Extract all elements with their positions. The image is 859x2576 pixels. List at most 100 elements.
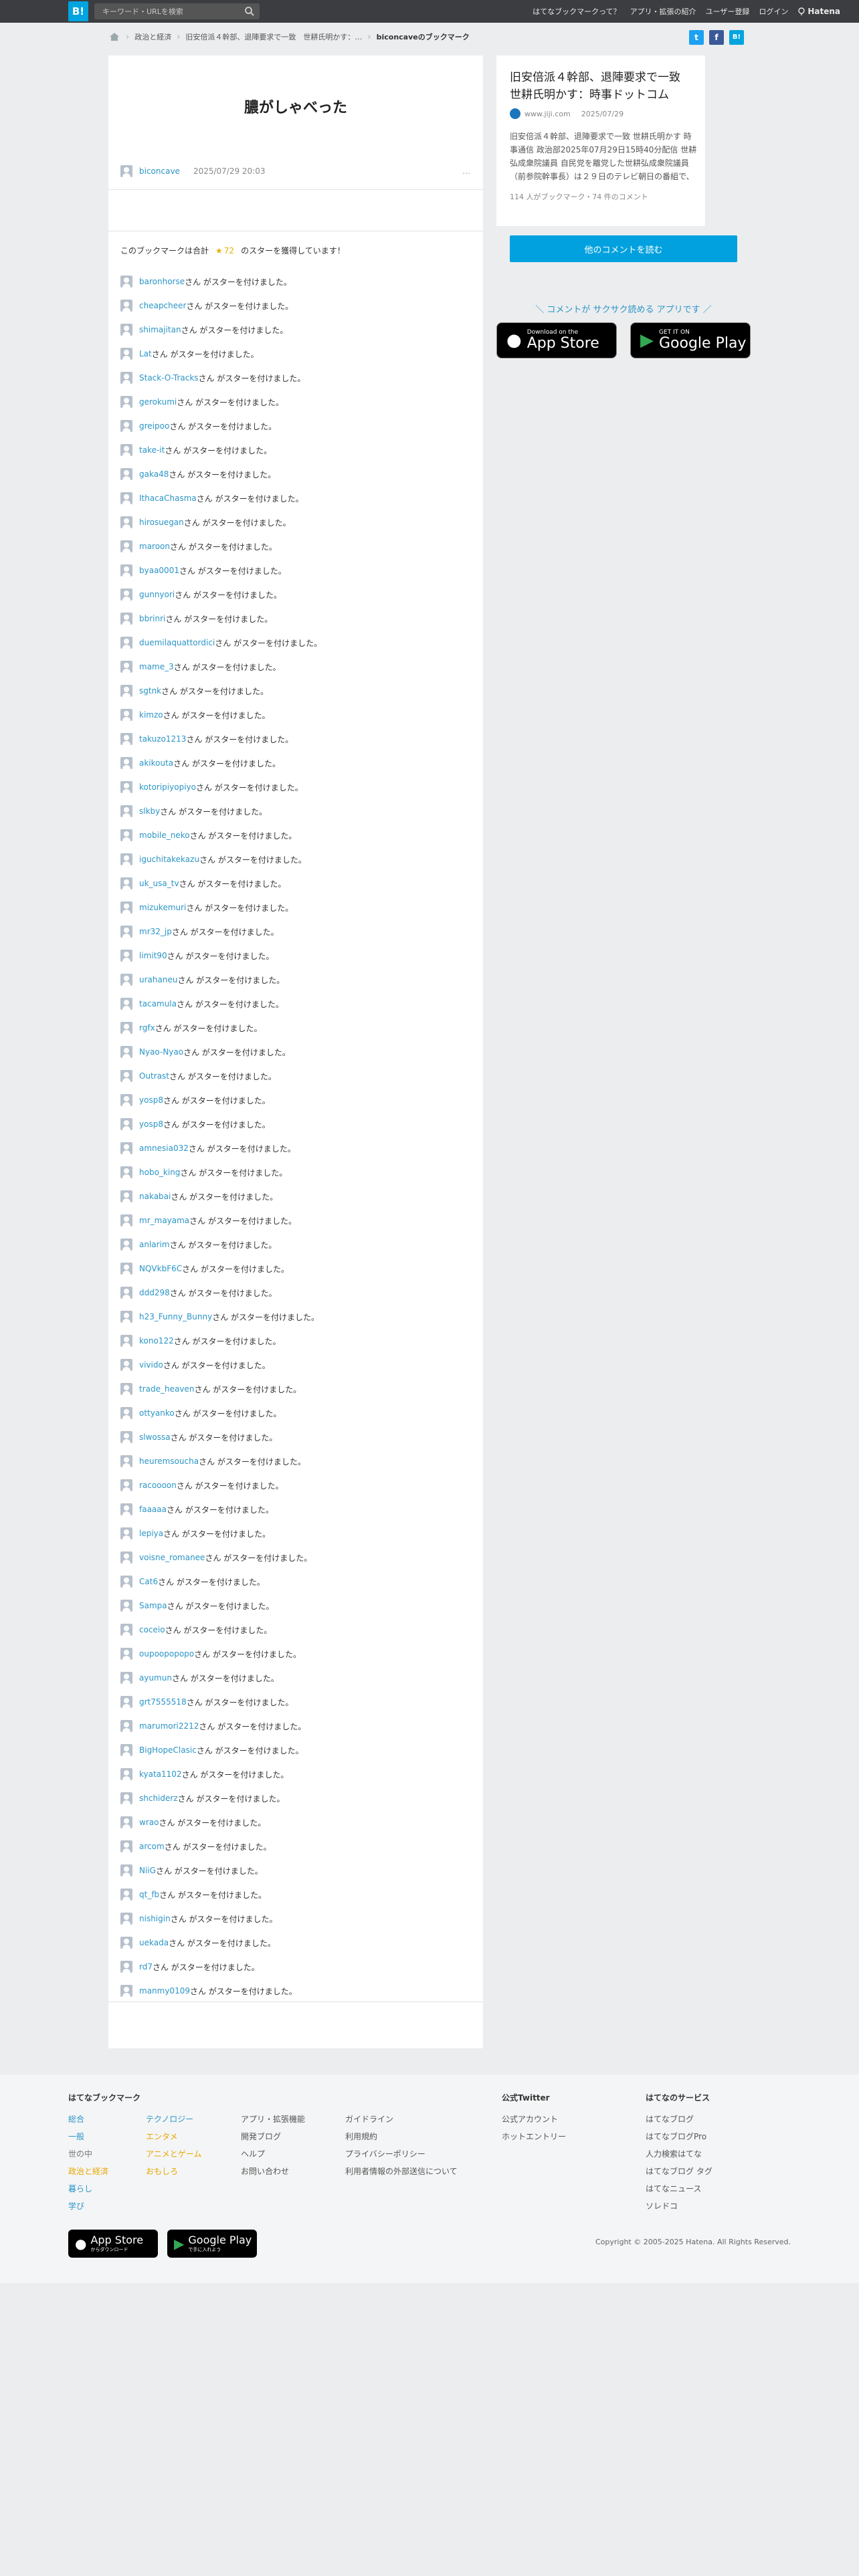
avatar[interactable] <box>120 1985 132 1997</box>
footer-link-text[interactable]: ヘルプ <box>241 2149 265 2159</box>
breadcrumb-article[interactable]: 旧安倍派４幹部、退陣要求で一致 世耕氏明かす：… <box>185 31 362 42</box>
footer-link[interactable]: ソレドコ <box>646 2197 712 2215</box>
avatar[interactable] <box>120 1335 132 1347</box>
avatar[interactable] <box>120 926 132 938</box>
footer-link[interactable]: 開発ブログ <box>241 2128 305 2145</box>
footer-link[interactable]: プライバシーポリシー <box>345 2145 458 2163</box>
star-user-link[interactable]: shchiderz <box>139 1794 178 1803</box>
avatar[interactable] <box>120 733 132 745</box>
star-user-link[interactable]: h23_Funny_Bunny <box>139 1312 212 1321</box>
google-play-badge[interactable]: ▶ GET IT ON Google Play <box>630 322 751 358</box>
avatar[interactable] <box>120 1094 132 1106</box>
avatar[interactable] <box>120 974 132 986</box>
footer-link-text[interactable]: 人力検索はてな <box>646 2149 702 2159</box>
footer-link[interactable]: アニメとゲーム <box>146 2145 201 2163</box>
avatar[interactable] <box>120 1383 132 1395</box>
star-user-link[interactable]: nakabai <box>139 1192 171 1201</box>
star-user-link[interactable]: ddd298 <box>139 1288 170 1297</box>
avatar[interactable] <box>120 661 132 673</box>
footer-link[interactable]: ガイドライン <box>345 2111 458 2128</box>
avatar[interactable] <box>120 348 132 360</box>
star-user-link[interactable]: qt_fb <box>139 1890 159 1899</box>
star-user-link[interactable]: uekada <box>139 1938 169 1947</box>
footer-link-text[interactable]: 政治と経済 <box>68 2167 108 2176</box>
star-user-link[interactable]: shimajitan <box>139 325 181 334</box>
footer-link[interactable]: 政治と経済 <box>68 2163 108 2180</box>
search-icon[interactable] <box>244 6 255 17</box>
star-user-link[interactable]: sgtnk <box>139 686 161 695</box>
star-user-link[interactable]: takuzo1213 <box>139 734 186 744</box>
star-user-link[interactable]: greipoo <box>139 421 169 431</box>
footer-link-text[interactable]: 利用者情報の外部送信について <box>345 2167 458 2176</box>
star-user-link[interactable]: gerokumi <box>139 397 177 407</box>
avatar[interactable] <box>120 1407 132 1419</box>
star-user-link[interactable]: vivido <box>139 1360 163 1370</box>
star-user-link[interactable]: byaa0001 <box>139 566 179 575</box>
home-icon[interactable] <box>108 31 120 42</box>
avatar[interactable] <box>120 1263 132 1275</box>
star-user-link[interactable]: mizukemuri <box>139 903 186 912</box>
footer-link-text[interactable]: はてなニュース <box>646 2184 701 2193</box>
avatar[interactable] <box>120 1022 132 1034</box>
star-user-link[interactable]: mobile_neko <box>139 831 190 840</box>
twitter-share-button[interactable]: t <box>689 30 704 45</box>
avatar[interactable] <box>120 396 132 408</box>
star-user-link[interactable]: racoooon <box>139 1481 177 1490</box>
footer-link[interactable]: おもしろ <box>146 2163 201 2180</box>
footer-link-text[interactable]: 学び <box>68 2202 84 2211</box>
star-user-link[interactable]: amnesia032 <box>139 1144 189 1153</box>
star-user-link[interactable]: Stack-O-Tracks <box>139 373 199 383</box>
avatar[interactable] <box>120 1070 132 1082</box>
footer-link-text[interactable]: はてなブログ タグ <box>646 2167 712 2176</box>
footer-link-text[interactable]: プライバシーポリシー <box>345 2149 425 2159</box>
star-user-link[interactable]: trade_heaven <box>139 1384 194 1394</box>
article-domain[interactable]: www.jiji.com <box>524 110 571 118</box>
star-user-link[interactable]: oupoopopopo <box>139 1649 194 1658</box>
avatar[interactable] <box>120 637 132 649</box>
star-user-link[interactable]: kyata1102 <box>139 1769 182 1779</box>
star-user-link[interactable]: grt7555518 <box>139 1697 187 1707</box>
star-user-link[interactable]: yosp8 <box>139 1119 163 1129</box>
star-user-link[interactable]: kotoripiyopiyo <box>139 782 196 792</box>
facebook-share-button[interactable]: f <box>709 30 724 45</box>
star-user-link[interactable]: tacamula <box>139 999 177 1008</box>
star-user-link[interactable]: Lat <box>139 349 152 358</box>
avatar[interactable] <box>120 1937 132 1949</box>
footer-link[interactable]: テクノロジー <box>146 2111 201 2128</box>
star-user-link[interactable]: take-it <box>139 445 165 455</box>
avatar[interactable] <box>120 540 132 552</box>
footer-link[interactable]: 総合 <box>68 2111 108 2128</box>
avatar[interactable] <box>120 276 132 288</box>
nav-login[interactable]: ログイン <box>759 6 788 17</box>
avatar[interactable] <box>120 1359 132 1371</box>
star-user-link[interactable]: manmy0109 <box>139 1986 190 1996</box>
footer-google-play-badge[interactable]: ▶ Google Play で手に入れよう <box>167 2230 257 2258</box>
star-user-link[interactable]: arcom <box>139 1842 165 1851</box>
avatar[interactable] <box>120 1961 132 1973</box>
avatar[interactable] <box>120 1624 132 1636</box>
star-user-link[interactable]: lepiya <box>139 1529 163 1538</box>
avatar[interactable] <box>120 613 132 625</box>
footer-link-text[interactable]: 公式アカウント <box>502 2115 558 2124</box>
bookmark-user[interactable]: biconcave <box>139 167 180 176</box>
footer-link-text[interactable]: 総合 <box>68 2115 84 2124</box>
star-user-link[interactable]: limit90 <box>139 951 167 960</box>
hatena-link[interactable]: Hatena <box>797 7 840 16</box>
avatar[interactable] <box>120 1455 132 1467</box>
footer-link-text[interactable]: 利用規約 <box>345 2132 377 2141</box>
footer-link[interactable]: 公式アカウント <box>502 2111 566 2128</box>
star-user-link[interactable]: urahaneu <box>139 975 177 984</box>
avatar[interactable] <box>120 1046 132 1058</box>
star-user-link[interactable]: NQVkbF6C <box>139 1264 182 1273</box>
search-input[interactable] <box>94 3 242 19</box>
avatar[interactable] <box>120 805 132 817</box>
footer-link-text[interactable]: アニメとゲーム <box>146 2149 201 2159</box>
avatar[interactable] <box>120 324 132 336</box>
avatar[interactable] <box>120 1792 132 1804</box>
avatar[interactable] <box>120 901 132 914</box>
avatar[interactable] <box>120 1840 132 1852</box>
avatar[interactable] <box>120 1311 132 1323</box>
footer-link[interactable]: はてなブログPro <box>646 2128 712 2145</box>
avatar[interactable] <box>120 685 132 697</box>
star-user-link[interactable]: wrao <box>139 1818 159 1827</box>
